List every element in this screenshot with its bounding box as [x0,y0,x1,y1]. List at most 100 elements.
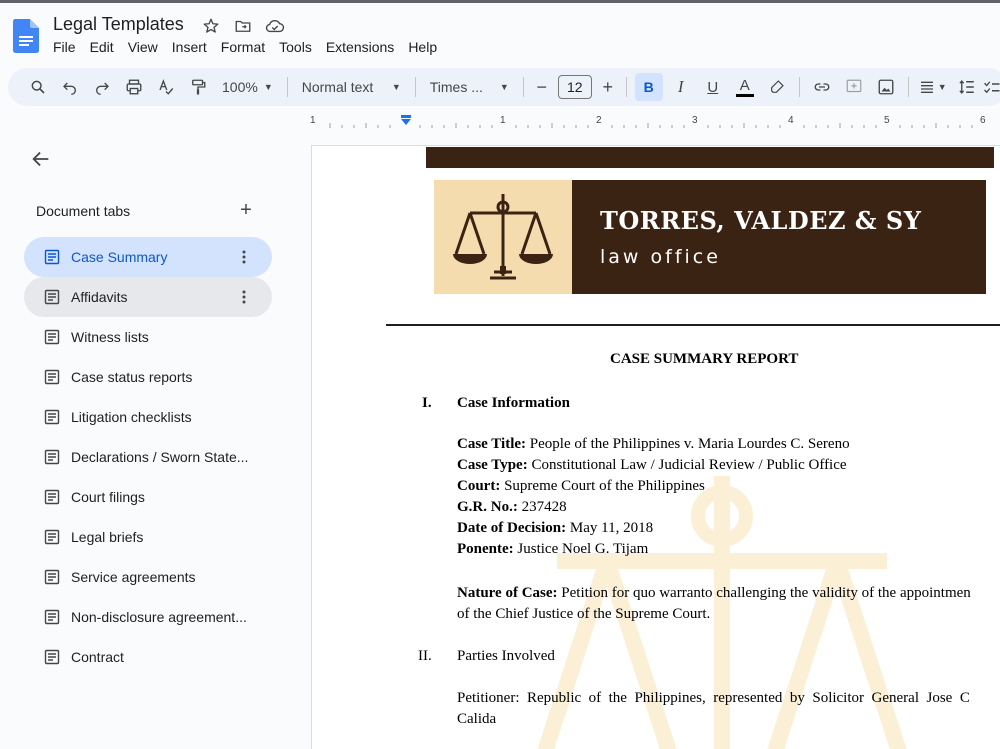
ruler-label: 4 [788,115,794,126]
tab-case-status-reports[interactable]: Case status reports [24,357,272,397]
spellcheck-icon[interactable] [150,73,182,101]
menu-file[interactable]: File [46,39,83,55]
toolbar-divider [625,77,627,97]
print-icon[interactable] [118,73,150,101]
tab-witness-lists[interactable]: Witness lists [24,317,272,357]
tab-service-agreements[interactable]: Service agreements [24,557,272,597]
petitioner-line-2: Calida [457,711,497,727]
field-value: People of the Philippines v. Maria Lourd… [526,436,850,452]
field-value: May 11, 2018 [566,520,654,536]
line-spacing-icon[interactable] [951,73,983,101]
document-tab-icon [44,289,60,305]
horizontal-rule [386,324,1000,326]
menu-insert[interactable]: Insert [165,39,214,55]
court-line: Court: Supreme Court of the Philippines [457,478,705,495]
header-decor-bar [426,147,994,168]
firm-subtitle: law office [600,246,721,268]
tab-label: Case Summary [71,249,168,265]
tab-legal-briefs[interactable]: Legal briefs [24,517,272,557]
nature-of-case-line-2: of the Chief Justice of the Supreme Cour… [457,606,711,622]
menu-tools[interactable]: Tools [272,39,319,55]
section-heading: Case Information [457,395,570,411]
insert-image-icon[interactable] [870,73,902,101]
tab-non-disclosure-agreement[interactable]: Non-disclosure agreement... [24,597,272,637]
scales-of-justice-icon [453,194,553,280]
tab-litigation-checklists[interactable]: Litigation checklists [24,397,272,437]
menu-format[interactable]: Format [214,39,272,55]
ruler-label: 3 [692,115,698,126]
highlight-icon[interactable] [761,73,793,101]
tab-court-filings[interactable]: Court filings [24,477,272,517]
field-label: G.R. No.: [457,499,518,515]
chevron-down-icon: ▼ [937,82,947,92]
indent-marker-icon[interactable] [401,115,411,125]
toolbar-divider [286,77,288,97]
document-page[interactable]: TORRES, VALDEZ & SY law office CASE SUMM… [311,145,1000,749]
tab-label: Non-disclosure agreement... [71,609,247,625]
italic-button[interactable]: I [665,73,697,101]
more-vert-icon[interactable] [236,289,252,305]
tab-label: Case status reports [71,369,193,385]
field-label: Case Type: [457,457,528,473]
toolbar-divider [414,77,416,97]
tab-label: Litigation checklists [71,409,192,425]
tab-declarations[interactable]: Declarations / Sworn State... [24,437,272,477]
zoom-select[interactable]: 100% ▼ [214,73,281,101]
case-title-line: Case Title: People of the Philippines v.… [457,436,850,453]
undo-icon[interactable] [54,73,86,101]
doc-title[interactable]: Legal Templates [53,14,184,35]
document-tab-icon [44,569,60,585]
redo-icon[interactable] [86,73,118,101]
move-folder-icon[interactable] [232,15,254,37]
letterhead-logo-panel [434,180,572,294]
back-arrow-icon[interactable] [30,148,52,170]
zoom-value: 100% [222,79,258,95]
menu-bar: File Edit View Insert Format Tools Exten… [46,39,444,55]
docs-logo-icon[interactable] [13,19,39,53]
search-menus-icon[interactable] [22,73,54,101]
paint-format-icon[interactable] [182,73,214,101]
increase-font-size-icon[interactable]: + [596,73,620,101]
field-value: Justice Noel G. Tijam [513,541,649,557]
document-tab-icon [44,449,60,465]
more-vert-icon[interactable] [236,249,252,265]
menu-edit[interactable]: Edit [83,39,121,55]
paragraph-style-select[interactable]: Normal text ▼ [294,73,409,101]
tab-case-summary[interactable]: Case Summary [24,237,272,277]
font-value: Times ... [429,79,483,95]
insert-link-icon[interactable] [806,73,838,101]
menu-extensions[interactable]: Extensions [319,39,401,55]
document-tab-icon [44,409,60,425]
cloud-saved-icon[interactable] [264,15,286,37]
add-tab-icon[interactable]: + [236,200,256,221]
ruler-label: 2 [596,115,602,126]
nature-of-case-line: Nature of Case: Petition for quo warrant… [457,585,971,602]
chevron-down-icon: ▼ [391,82,401,92]
text-color-label: A [739,76,750,94]
ruler-label: 5 [884,115,890,126]
section-number: I. [422,395,432,411]
font-select[interactable]: Times ... ▼ [422,73,517,101]
tab-affidavits[interactable]: Affidavits [24,277,272,317]
petitioner-line: Petitioner: Republic of the Philippines,… [457,690,970,706]
horizontal-ruler[interactable]: 1 1 2 3 4 5 6 [310,111,1000,131]
paragraph-style-value: Normal text [301,79,374,95]
decrease-font-size-icon[interactable]: − [530,73,554,101]
field-label: Case Title: [457,436,527,452]
section-number: II. [418,648,432,664]
report-title: CASE SUMMARY REPORT [610,351,799,367]
add-comment-icon[interactable] [838,73,870,101]
underline-button[interactable]: U [697,73,729,101]
firm-name: TORRES, VALDEZ & SY [600,206,922,235]
checklist-icon[interactable] [983,73,1000,101]
field-label: Nature of Case: [457,585,558,601]
tab-contract[interactable]: Contract [24,637,272,677]
field-value: Petition for quo warranto challenging th… [557,585,971,601]
star-icon[interactable] [200,15,222,37]
text-color-button[interactable]: A [729,73,761,101]
align-justify-icon[interactable]: ▼ [915,73,951,101]
menu-view[interactable]: View [121,39,165,55]
font-size-input[interactable]: 12 [557,75,592,99]
bold-button[interactable]: B [634,73,663,101]
menu-help[interactable]: Help [401,39,444,55]
